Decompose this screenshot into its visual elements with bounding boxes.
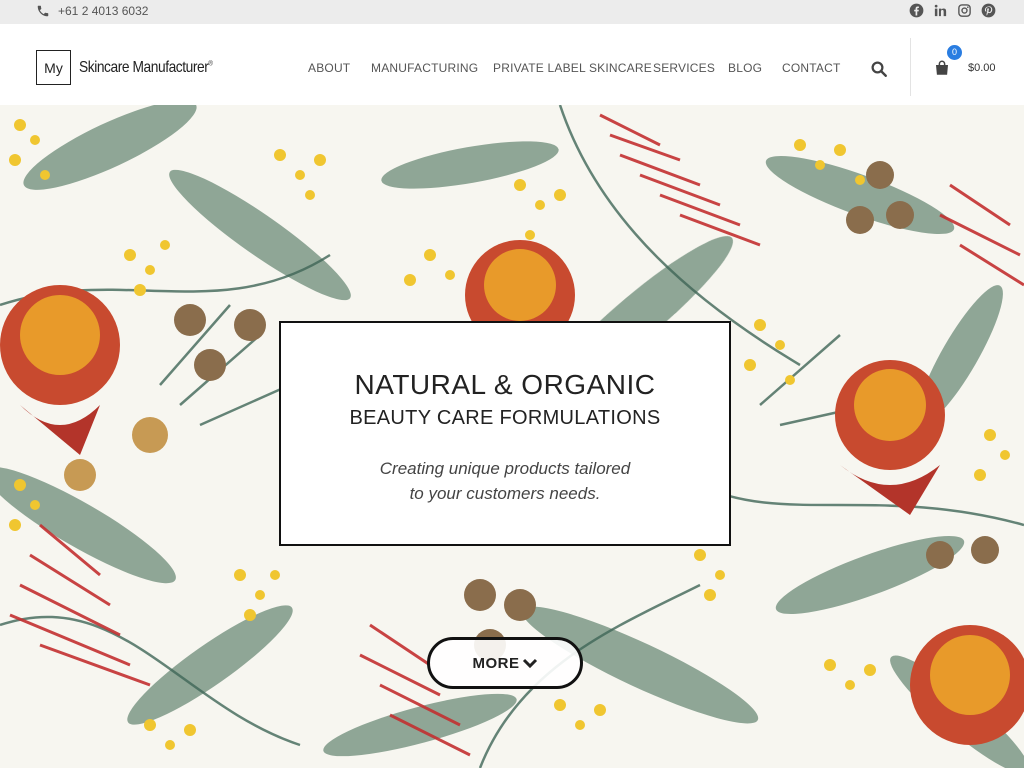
pinterest-icon[interactable] <box>981 3 996 18</box>
hero-tagline: Creating unique products tailored to you… <box>281 456 729 506</box>
search-icon[interactable] <box>870 60 888 78</box>
nav-item-blog[interactable]: BLOG <box>728 61 762 75</box>
nav-item-services[interactable]: SERVICES <box>653 61 715 75</box>
phone-icon <box>37 5 49 17</box>
site-header: My Skincare Manufacturer® ABOUT MANUFACT… <box>0 24 1024 105</box>
instagram-icon[interactable] <box>957 3 972 18</box>
hero-tagline-line-1: Creating unique products tailored <box>379 459 631 478</box>
nav-item-manufacturing[interactable]: MANUFACTURING <box>371 61 478 75</box>
phone-contact[interactable]: +61 2 4013 6032 <box>36 4 148 18</box>
social-links <box>909 3 996 18</box>
more-button-label: MORE <box>472 654 520 672</box>
nav-item-private-label-skincare[interactable]: PRIVATE LABEL SKINCARE <box>493 61 652 75</box>
hero-headline-card: NATURAL & ORGANIC BEAUTY CARE FORMULATIO… <box>279 321 731 546</box>
nav-item-contact[interactable]: CONTACT <box>782 61 841 75</box>
cart-count-badge: 0 <box>947 45 962 60</box>
hero-section: NATURAL & ORGANIC BEAUTY CARE FORMULATIO… <box>0 105 1024 768</box>
shopping-bag-icon[interactable] <box>933 59 951 77</box>
nav-item-about[interactable]: ABOUT <box>308 61 350 75</box>
hero-subtitle: BEAUTY CARE FORMULATIONS <box>349 407 661 429</box>
hero-tagline-line-2: to your customers needs. <box>409 484 601 503</box>
chevron-down-icon <box>522 658 537 669</box>
cart-total[interactable]: $0.00 <box>968 62 996 74</box>
phone-number[interactable]: +61 2 4013 6032 <box>58 4 148 18</box>
hero-title: NATURAL & ORGANIC <box>354 369 656 400</box>
header-divider <box>910 38 911 96</box>
top-bar: +61 2 4013 6032 <box>0 0 1024 24</box>
facebook-icon[interactable] <box>909 3 924 18</box>
linkedin-icon[interactable] <box>933 3 948 18</box>
more-button[interactable]: MORE <box>427 637 583 689</box>
